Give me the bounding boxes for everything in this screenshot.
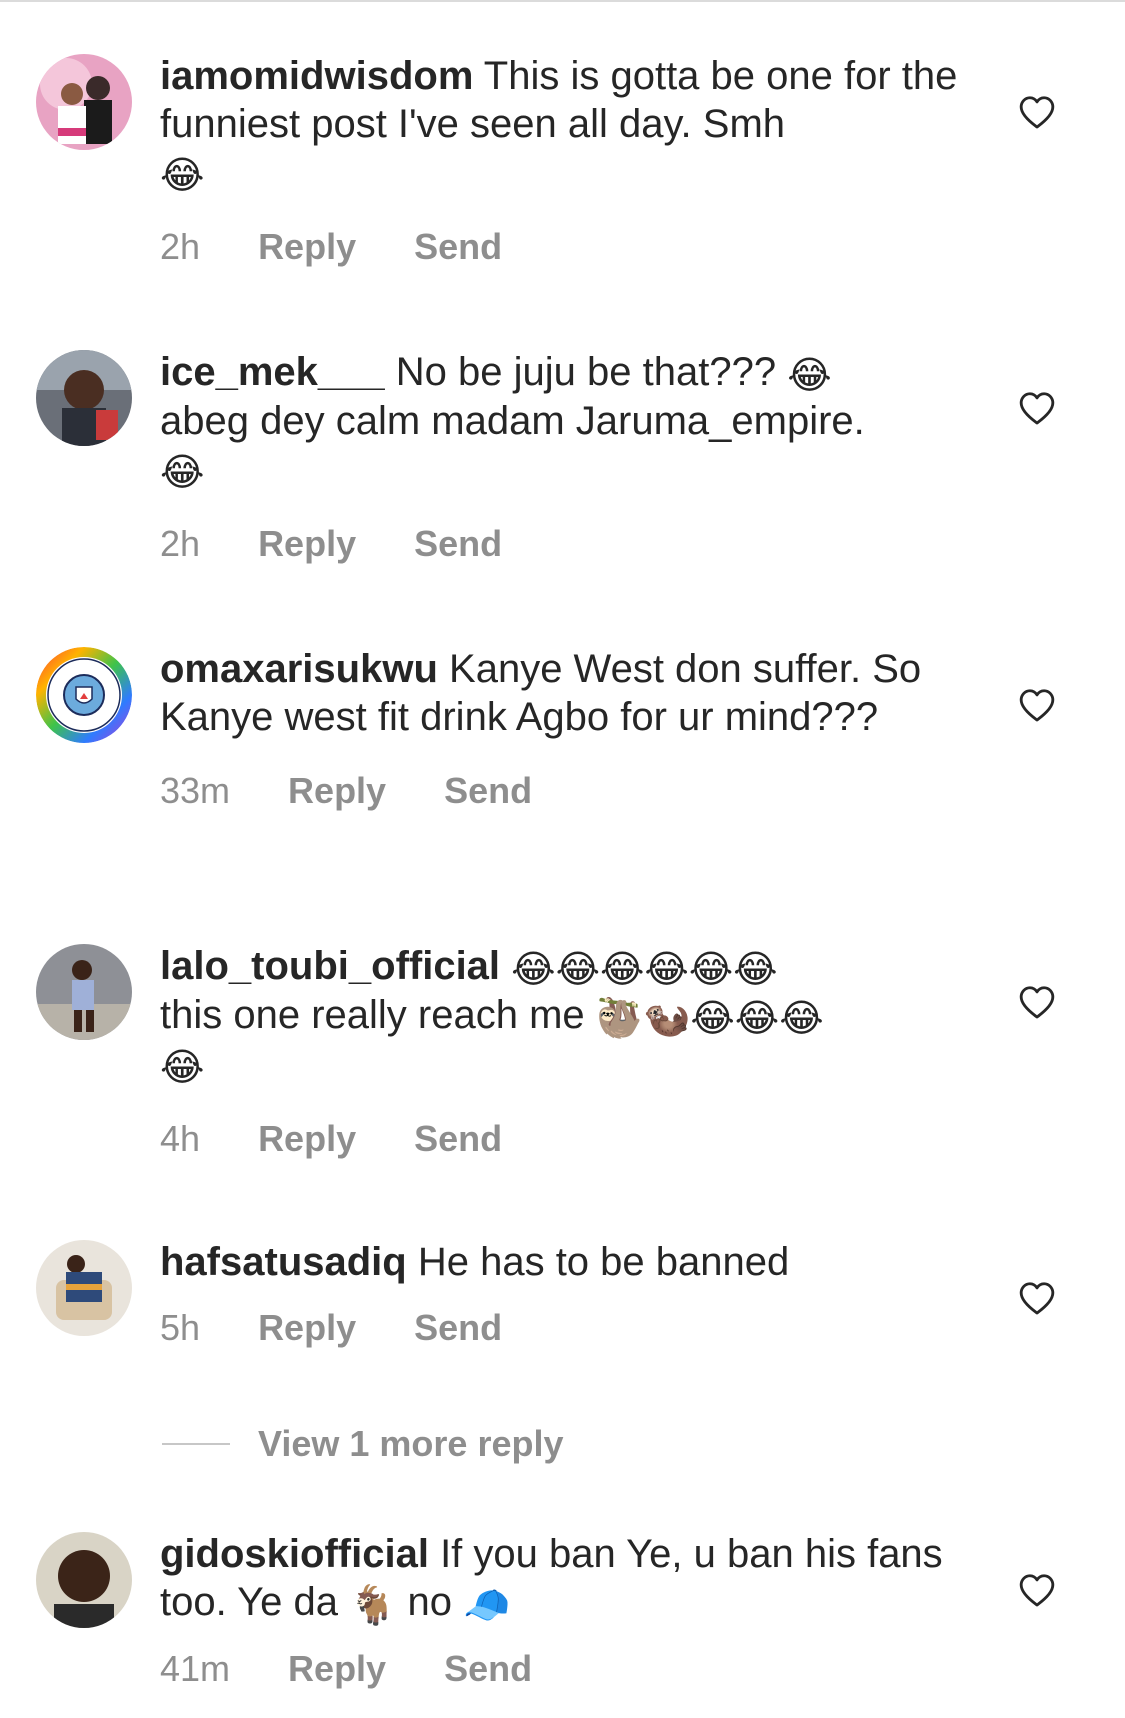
laughing-emoji: 😂 <box>160 450 205 494</box>
send-button[interactable]: Send <box>414 1115 502 1163</box>
reply-button[interactable]: Reply <box>258 520 356 568</box>
avatar[interactable] <box>36 1532 132 1628</box>
avatar-photo <box>36 944 132 1040</box>
comment-meta: 33m Reply Send <box>160 767 960 815</box>
avatar[interactable] <box>36 54 132 150</box>
comment-meta: 5h Reply Send <box>160 1304 960 1352</box>
avatar[interactable] <box>36 1240 132 1336</box>
comment-time: 41m <box>160 1648 231 1689</box>
comment-text: iamomidwisdom This is gotta be one for t… <box>160 52 960 197</box>
reply-button[interactable]: Reply <box>288 767 386 815</box>
man-city-badge-avatar <box>36 647 132 743</box>
send-button[interactable]: Send <box>414 1304 502 1352</box>
laughing-emoji-row: 😂😂😂😂😂😂 <box>511 947 778 991</box>
goat-emoji: 🐐 <box>349 1583 397 1627</box>
reply-button[interactable]: Reply <box>258 1304 356 1352</box>
avatar[interactable] <box>36 350 132 446</box>
send-button[interactable]: Send <box>414 520 502 568</box>
laughing-emoji: 😂 <box>787 353 832 397</box>
comment-meta: 2h Reply Send <box>160 520 960 568</box>
comment-username[interactable]: gidoskiofficial <box>160 1532 429 1576</box>
comment-body: gidoskiofficial If you ban Ye, u ban his… <box>160 1530 960 1693</box>
comment-text: gidoskiofficial If you ban Ye, u ban his… <box>160 1530 960 1627</box>
heart-icon[interactable] <box>1018 94 1056 130</box>
comment-username[interactable]: lalo_toubi_official <box>160 944 500 988</box>
comment-message: He has to be banned <box>417 1240 790 1284</box>
comment-meta: 41m Reply Send <box>160 1645 960 1693</box>
reply-button[interactable]: Reply <box>258 1115 356 1163</box>
heart-icon[interactable] <box>1018 1572 1056 1608</box>
cap-emoji: 🧢 <box>463 1583 511 1627</box>
comment-text: lalo_toubi_official 😂😂😂😂😂😂 this one real… <box>160 942 960 1089</box>
comment-body: iamomidwisdom This is gotta be one for t… <box>160 52 960 271</box>
comment-time: 5h <box>160 1307 201 1348</box>
top-divider <box>0 0 1125 2</box>
heart-icon[interactable] <box>1018 1280 1056 1316</box>
comment-message: this one really reach me <box>160 993 585 1037</box>
send-button[interactable]: Send <box>444 1645 532 1693</box>
avatar-photo <box>36 54 132 150</box>
view-more-replies[interactable]: View 1 more reply <box>162 1420 564 1468</box>
avatar-photo <box>36 350 132 446</box>
comment-message-cont: abeg dey calm madam Jaruma_empire. <box>160 399 865 443</box>
comment-time: 2h <box>160 226 201 267</box>
comment-text: ice_mek___ No be juju be that??? 😂 abeg … <box>160 348 960 494</box>
comment-body: ice_mek___ No be juju be that??? 😂 abeg … <box>160 348 960 568</box>
comment-username[interactable]: omaxarisukwu <box>160 647 438 691</box>
comment-username[interactable]: iamomidwisdom <box>160 54 473 98</box>
laughing-emoji: 😂 <box>160 153 205 197</box>
reply-button[interactable]: Reply <box>258 223 356 271</box>
comment-body: hafsatusadiq He has to be banned 5h Repl… <box>160 1238 960 1352</box>
comment-time: 2h <box>160 523 201 564</box>
heart-icon[interactable] <box>1018 390 1056 426</box>
avatar[interactable] <box>36 647 132 743</box>
comment-username[interactable]: hafsatusadiq <box>160 1240 407 1284</box>
avatar[interactable] <box>36 944 132 1040</box>
reply-button[interactable]: Reply <box>288 1645 386 1693</box>
comment-text: hafsatusadiq He has to be banned <box>160 1238 960 1286</box>
comment-message: No be juju be that??? <box>395 350 777 394</box>
view-more-label[interactable]: View 1 more reply <box>258 1423 564 1465</box>
view-more-divider <box>162 1443 230 1445</box>
comment-body: omaxarisukwu Kanye West don suffer. So K… <box>160 645 960 815</box>
comment-message-cont: no <box>407 1580 453 1624</box>
send-button[interactable]: Send <box>414 223 502 271</box>
heart-icon[interactable] <box>1018 984 1056 1020</box>
avatar-photo <box>36 1532 132 1628</box>
comment-time: 4h <box>160 1118 201 1159</box>
avatar-photo <box>36 1240 132 1336</box>
comment-text: omaxarisukwu Kanye West don suffer. So K… <box>160 645 960 741</box>
comment-time: 33m <box>160 770 231 811</box>
comment-meta: 4h Reply Send <box>160 1115 960 1163</box>
comment-username[interactable]: ice_mek___ <box>160 350 385 394</box>
sloth-otter-laughing-emoji-row: 🦥🦦😂😂😂 <box>595 996 824 1040</box>
comment-meta: 2h Reply Send <box>160 223 960 271</box>
heart-icon[interactable] <box>1018 687 1056 723</box>
send-button[interactable]: Send <box>444 767 532 815</box>
comment-body: lalo_toubi_official 😂😂😂😂😂😂 this one real… <box>160 942 960 1163</box>
laughing-emoji: 😂 <box>160 1045 205 1089</box>
